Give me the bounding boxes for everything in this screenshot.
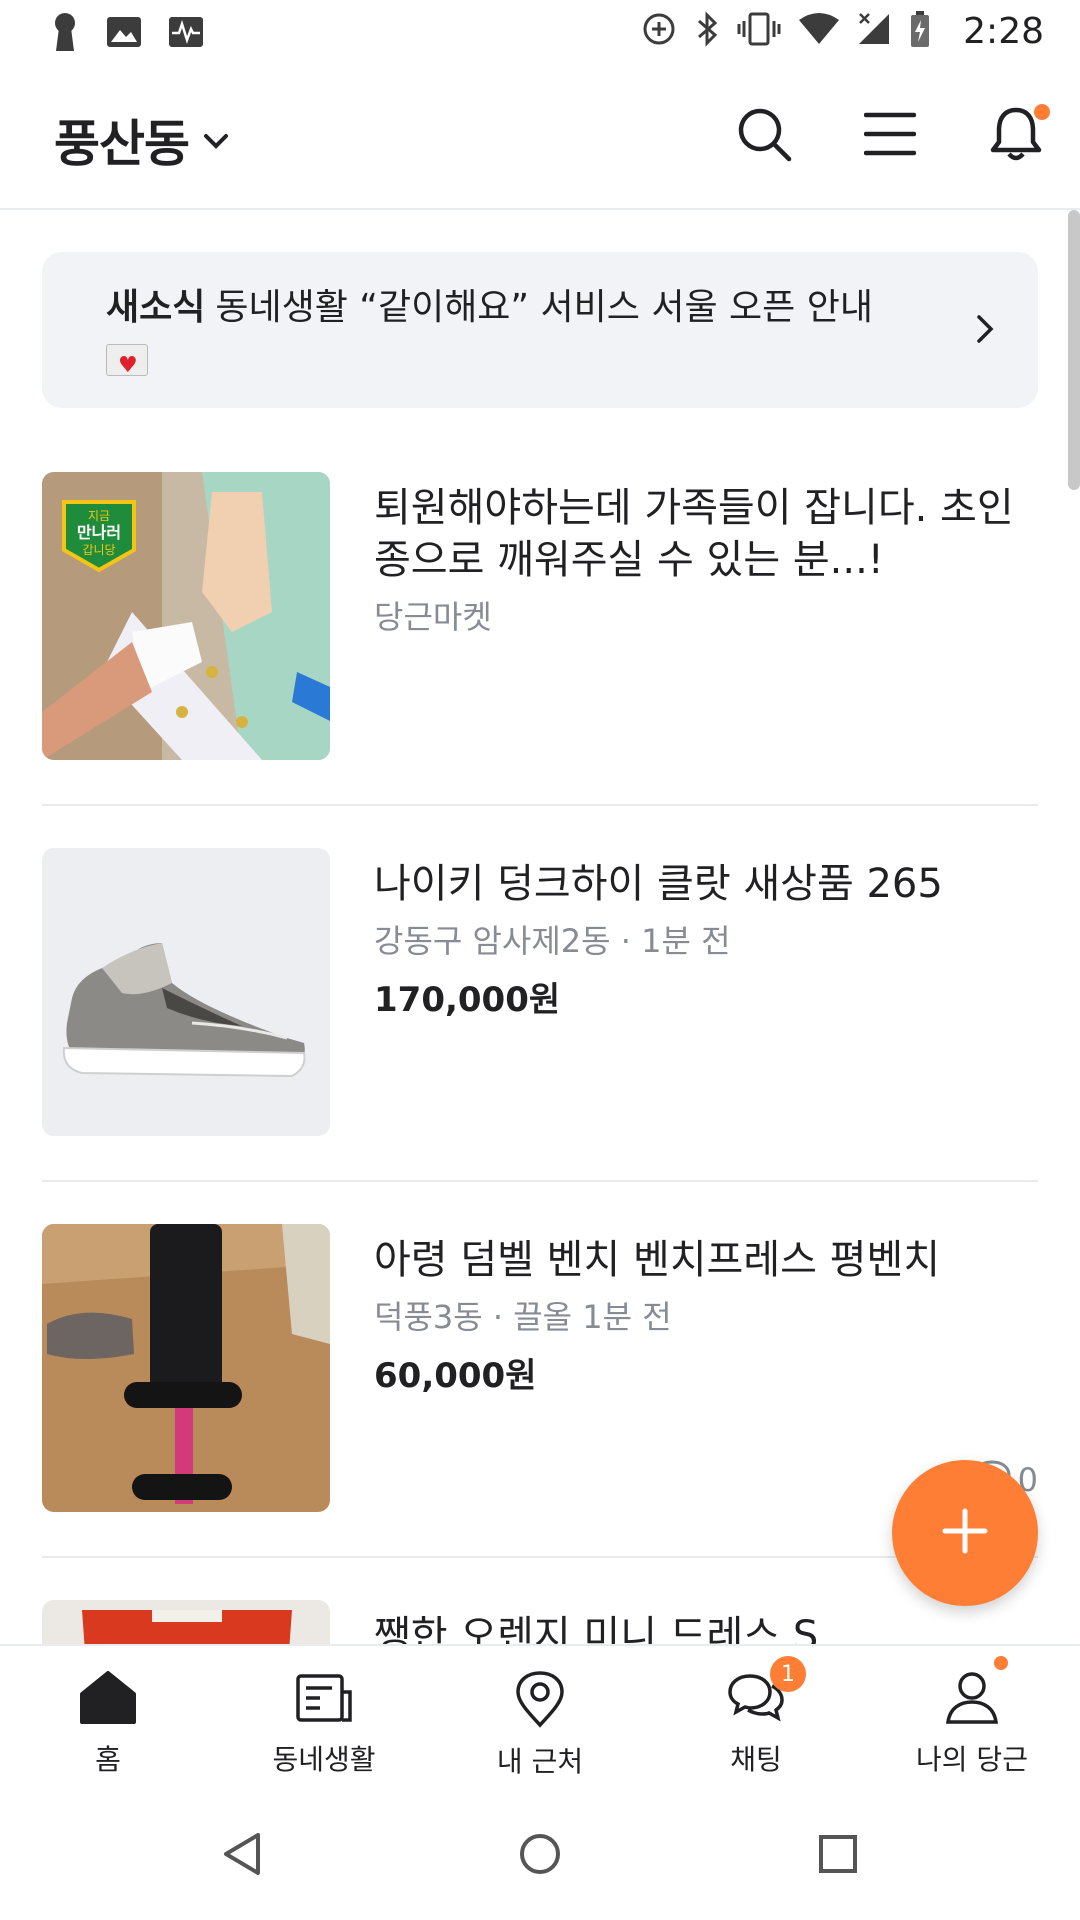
list-item[interactable]: 지금 만나러 갑니당 퇴원해야하는데 가족들이 잡니다. 초인종으로 깨워주실 … [42,472,1038,760]
category-menu-button[interactable] [854,100,926,172]
back-button[interactable] [212,1826,272,1886]
item-meta: 강동구 암사제2동 · 1분 전 [374,922,731,960]
divider [42,1556,1038,1558]
item-price: 60,000원 [374,1356,537,1396]
tab-label: 채팅 [730,1743,782,1776]
list-item[interactable]: 아령 덤벨 벤치 벤치프레스 평벤치 덕풍3동 · 끌올 1분 전 60,000… [42,1224,1038,1512]
chat-unread-badge: 1 [770,1656,806,1692]
tab-label: 내 근처 [496,1745,584,1778]
tab-chat[interactable]: 1 채팅 [648,1646,864,1792]
tab-nearby[interactable]: 내 근처 [432,1646,648,1792]
search-icon [734,104,794,168]
vibrate-icon [737,11,781,51]
news-icon [294,1670,354,1730]
activity-icon [168,16,204,52]
location-label: 풍산동 [54,115,190,173]
recents-button[interactable] [808,1826,868,1886]
search-button[interactable] [728,100,800,172]
bluetooth-icon [695,11,719,51]
location-selector[interactable]: 풍산동 [54,104,229,176]
item-price: 170,000원 [374,980,561,1020]
app-header: 풍산동 [0,66,1080,210]
item-thumbnail: 지금 만나러 갑니당 [42,472,330,760]
home-system-button[interactable] [510,1826,570,1886]
wifi-icon [799,12,840,50]
tab-label: 동네생활 [272,1743,376,1776]
menu-icon [863,111,917,161]
tab-neighborhood[interactable]: 동네생활 [216,1646,432,1792]
item-thumbnail [42,848,330,1136]
keyhole-icon [50,12,80,56]
location-icon [514,1670,566,1732]
add-post-button[interactable] [892,1460,1038,1606]
item-thumbnail [42,1600,330,1644]
thumb-badge-line-3: 갑니당 [82,543,115,557]
signal-icon [857,12,891,50]
divider [42,1180,1038,1182]
feed: 새소식동네생활 “같이해요” 서비스 서울 오픈 안내 지금 만나러 [0,210,1080,1644]
profile-notification-dot [994,1656,1008,1670]
tab-my-profile[interactable]: 나의 당근 [864,1646,1080,1792]
news-banner[interactable]: 새소식 동네생활 “같이해요” 서비스 서울 오픈 안내 [42,252,1038,408]
item-meta: 당근마켓 [374,598,492,636]
chevron-down-icon [203,132,229,154]
chevron-right-icon [976,314,994,348]
back-icon [222,1831,262,1881]
recents-icon [818,1834,858,1878]
notification-dot [1034,104,1050,120]
news-text: 동네생활 “같이해요” 서비스 서울 오픈 안내 [215,287,873,328]
divider [42,804,1038,806]
love-letter-icon [106,342,148,390]
tab-label: 나의 당근 [916,1743,1028,1776]
image-icon [106,16,142,52]
system-nav-bar [0,1790,1080,1920]
bottom-nav: 홈 동네생활 내 근처 1 채팅 나의 당근 [0,1644,1080,1792]
list-item[interactable]: 나이키 덩크하이 클랏 새상품 265 강동구 암사제2동 · 1분 전 170… [42,848,1038,1136]
tab-home[interactable]: 홈 [0,1646,216,1792]
item-title: 아령 덤벨 벤치 벤치프레스 평벤치 [374,1237,941,1283]
data-saver-icon [641,11,677,51]
thumb-badge-line-1: 지금 [88,509,110,523]
item-title: 퇴원해야하는데 가족들이 잡니다. 초인종으로 깨워주실 수 있는 분...! [374,485,1014,583]
thumb-badge-line-2: 만나러 [77,523,121,542]
list-item[interactable]: 쨍한 오렌지 미니 드레스 S [42,1600,1038,1644]
item-title: 나이키 덩크하이 클랏 새상품 265 [374,861,943,907]
plus-icon [941,1507,989,1559]
tab-label: 홈 [95,1743,121,1776]
home-icon [78,1670,138,1730]
person-icon [944,1670,1000,1730]
home-circle-icon [518,1832,562,1880]
status-bar: 2:28 [0,0,1080,66]
item-thumbnail [42,1224,330,1512]
clock: 2:28 [963,10,1044,52]
notification-button[interactable] [980,100,1052,172]
battery-icon [909,10,931,52]
item-meta: 덕풍3동 · 끌올 1분 전 [374,1298,672,1336]
item-title: 쨍한 오렌지 미니 드레스 S [374,1613,819,1644]
news-tag: 새소식 [106,287,206,328]
